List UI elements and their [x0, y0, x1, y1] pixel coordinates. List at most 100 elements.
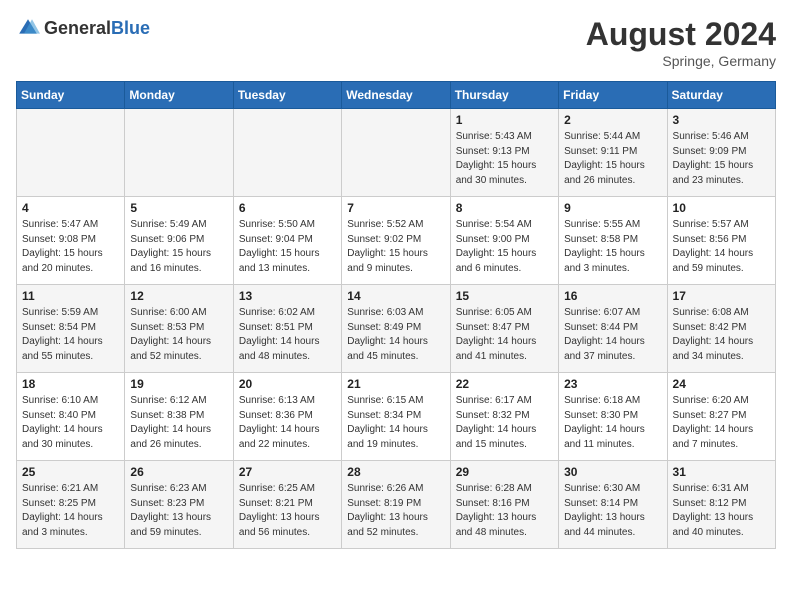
calendar-cell: 16Sunrise: 6:07 AMSunset: 8:44 PMDayligh… [559, 285, 667, 373]
day-number: 19 [130, 377, 227, 391]
day-number: 22 [456, 377, 553, 391]
day-of-week-header: Thursday [450, 82, 558, 109]
day-of-week-header: Sunday [17, 82, 125, 109]
day-info: Sunrise: 6:03 AMSunset: 8:49 PMDaylight:… [347, 306, 444, 364]
day-info: Sunrise: 6:17 AMSunset: 8:32 PMDaylight:… [456, 394, 553, 452]
calendar-cell: 2 Sunrise: 5:44 AMSunset: 9:11 PMDaylight… [559, 109, 667, 197]
day-number: 27 [239, 465, 336, 479]
day-info: Sunrise: 5:54 AMSunset: 9:00 PMDaylight:… [456, 218, 553, 276]
day-number: 15 [456, 289, 553, 303]
day-number: 16 [564, 289, 661, 303]
calendar-cell: 15 Sunrise: 6:05 AMSunset: 8:47 PMDayligh… [450, 285, 558, 373]
logo-general: General [44, 18, 111, 38]
day-number: 28 [347, 465, 444, 479]
calendar-cell: 3 Sunrise: 5:46 AMSunset: 9:09 PMDaylight… [667, 109, 775, 197]
day-number: 26 [130, 465, 227, 479]
calendar-cell [17, 109, 125, 197]
day-number: 23 [564, 377, 661, 391]
calendar-cell: 18 Sunrise: 6:10 AMSunset: 8:40 PMDayligh… [17, 373, 125, 461]
calendar-cell: 25 Sunrise: 6:21 AMSunset: 8:25 PMDayligh… [17, 461, 125, 549]
day-number: 24 [673, 377, 770, 391]
calendar-cell: 28 Sunrise: 6:26 AMSunset: 8:19 PMDayligh… [342, 461, 450, 549]
calendar-cell: 8 Sunrise: 5:54 AMSunset: 9:00 PMDaylight… [450, 197, 558, 285]
logo: GeneralBlue [16, 16, 150, 40]
calendar-cell: 4Sunrise: 5:47 AMSunset: 9:08 PMDaylight… [17, 197, 125, 285]
day-number: 10 [673, 201, 770, 215]
day-number: 20 [239, 377, 336, 391]
day-info: Sunrise: 6:10 AMSunset: 8:40 PMDaylight:… [22, 394, 119, 452]
calendar-cell: 14 Sunrise: 6:03 AMSunset: 8:49 PMDayligh… [342, 285, 450, 373]
day-number: 1 [456, 113, 553, 127]
calendar-cell: 7 Sunrise: 5:52 AMSunset: 9:02 PMDaylight… [342, 197, 450, 285]
day-info: Sunrise: 6:02 AMSunset: 8:51 PMDaylight:… [239, 306, 336, 364]
day-info: Sunrise: 5:55 AMSunset: 8:58 PMDaylight:… [564, 218, 661, 276]
day-info: Sunrise: 6:08 AMSunset: 8:42 PMDaylight:… [673, 306, 770, 364]
day-info: Sunrise: 5:44 AMSunset: 9:11 PMDaylight:… [564, 130, 661, 188]
day-info: Sunrise: 6:26 AMSunset: 8:19 PMDaylight:… [347, 482, 444, 540]
calendar-cell: 23 Sunrise: 6:18 AMSunset: 8:30 PMDayligh… [559, 373, 667, 461]
day-number: 17 [673, 289, 770, 303]
day-of-week-header: Friday [559, 82, 667, 109]
calendar-cell: 10 Sunrise: 5:57 AMSunset: 8:56 PMDayligh… [667, 197, 775, 285]
calendar-cell: 31 Sunrise: 6:31 AMSunset: 8:12 PMDayligh… [667, 461, 775, 549]
day-number: 5 [130, 201, 227, 215]
calendar-cell: 21 Sunrise: 6:15 AMSunset: 8:34 PMDayligh… [342, 373, 450, 461]
day-number: 4 [22, 201, 119, 215]
day-info: Sunrise: 5:49 AMSunset: 9:06 PMDaylight:… [130, 218, 227, 276]
calendar-table: SundayMondayTuesdayWednesdayThursdayFrid… [16, 81, 776, 549]
calendar-cell: 13 Sunrise: 6:02 AMSunset: 8:51 PMDayligh… [233, 285, 341, 373]
calendar-cell: 27 Sunrise: 6:25 AMSunset: 8:21 PMDayligh… [233, 461, 341, 549]
calendar-cell: 11 Sunrise: 5:59 AMSunset: 8:54 PMDayligh… [17, 285, 125, 373]
title-block: August 2024 Springe, Germany [586, 16, 776, 69]
day-number: 6 [239, 201, 336, 215]
calendar-cell [342, 109, 450, 197]
day-number: 7 [347, 201, 444, 215]
day-info: Sunrise: 5:57 AMSunset: 8:56 PMDaylight:… [673, 218, 770, 276]
day-info: Sunrise: 5:50 AMSunset: 9:04 PMDaylight:… [239, 218, 336, 276]
day-info: Sunrise: 6:23 AMSunset: 8:23 PMDaylight:… [130, 482, 227, 540]
day-info: Sunrise: 6:12 AMSunset: 8:38 PMDaylight:… [130, 394, 227, 452]
day-number: 29 [456, 465, 553, 479]
day-number: 2 [564, 113, 661, 127]
calendar-cell: 19 Sunrise: 6:12 AMSunset: 8:38 PMDayligh… [125, 373, 233, 461]
day-info: Sunrise: 6:18 AMSunset: 8:30 PMDaylight:… [564, 394, 661, 452]
calendar-cell: 17 Sunrise: 6:08 AMSunset: 8:42 PMDayligh… [667, 285, 775, 373]
day-number: 18 [22, 377, 119, 391]
day-info: Sunrise: 6:31 AMSunset: 8:12 PMDaylight:… [673, 482, 770, 540]
day-info: Sunrise: 5:59 AMSunset: 8:54 PMDaylight:… [22, 306, 119, 364]
day-info: Sunrise: 6:15 AMSunset: 8:34 PMDaylight:… [347, 394, 444, 452]
calendar-cell: 22 Sunrise: 6:17 AMSunset: 8:32 PMDayligh… [450, 373, 558, 461]
day-info: Sunrise: 6:25 AMSunset: 8:21 PMDaylight:… [239, 482, 336, 540]
calendar-cell: 12 Sunrise: 6:00 AMSunset: 8:53 PMDayligh… [125, 285, 233, 373]
calendar-cell [125, 109, 233, 197]
day-number: 9 [564, 201, 661, 215]
day-number: 25 [22, 465, 119, 479]
logo-blue: Blue [111, 18, 150, 38]
day-of-week-header: Saturday [667, 82, 775, 109]
day-of-week-header: Wednesday [342, 82, 450, 109]
day-number: 13 [239, 289, 336, 303]
day-number: 21 [347, 377, 444, 391]
day-number: 12 [130, 289, 227, 303]
calendar-cell: 9 Sunrise: 5:55 AMSunset: 8:58 PMDaylight… [559, 197, 667, 285]
calendar-cell: 1 Sunrise: 5:43 AMSunset: 9:13 PMDaylight… [450, 109, 558, 197]
day-number: 30 [564, 465, 661, 479]
day-number: 14 [347, 289, 444, 303]
day-info: Sunrise: 6:21 AMSunset: 8:25 PMDaylight:… [22, 482, 119, 540]
calendar-cell: 26 Sunrise: 6:23 AMSunset: 8:23 PMDayligh… [125, 461, 233, 549]
day-number: 31 [673, 465, 770, 479]
day-info: Sunrise: 6:30 AMSunset: 8:14 PMDaylight:… [564, 482, 661, 540]
day-number: 8 [456, 201, 553, 215]
calendar-cell: 29Sunrise: 6:28 AMSunset: 8:16 PMDayligh… [450, 461, 558, 549]
calendar-cell: 24Sunrise: 6:20 AMSunset: 8:27 PMDayligh… [667, 373, 775, 461]
day-number: 3 [673, 113, 770, 127]
day-info: Sunrise: 6:05 AMSunset: 8:47 PMDaylight:… [456, 306, 553, 364]
day-info: Sunrise: 6:00 AMSunset: 8:53 PMDaylight:… [130, 306, 227, 364]
month-year: August 2024 [586, 16, 776, 53]
calendar-cell: 5 Sunrise: 5:49 AMSunset: 9:06 PMDaylight… [125, 197, 233, 285]
day-info: Sunrise: 5:52 AMSunset: 9:02 PMDaylight:… [347, 218, 444, 276]
day-number: 11 [22, 289, 119, 303]
day-info: Sunrise: 5:46 AMSunset: 9:09 PMDaylight:… [673, 130, 770, 188]
day-info: Sunrise: 5:43 AMSunset: 9:13 PMDaylight:… [456, 130, 553, 188]
page-header: GeneralBlue August 2024 Springe, Germany [16, 16, 776, 69]
